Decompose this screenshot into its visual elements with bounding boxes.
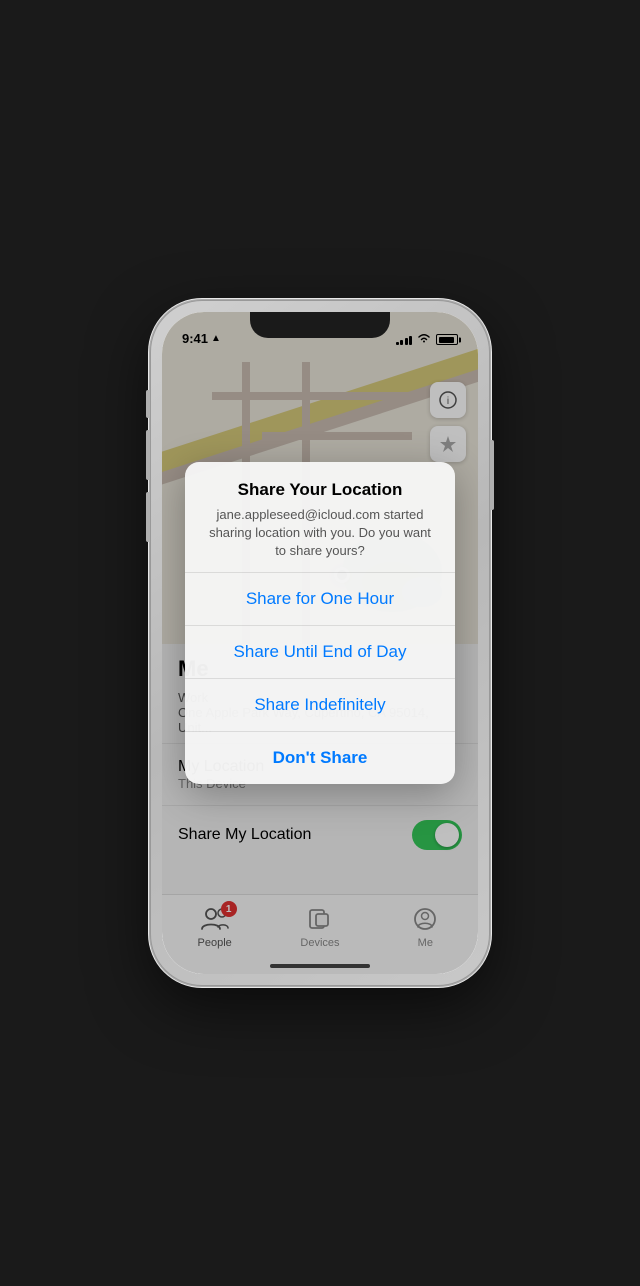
- status-icons: [396, 333, 459, 346]
- notch: [250, 312, 390, 338]
- dont-share-label: Don't Share: [273, 748, 368, 767]
- modal-header: Share Your Location jane.appleseed@iclou…: [185, 462, 455, 574]
- dont-share-button[interactable]: Don't Share: [185, 732, 455, 784]
- modal-overlay: Share Your Location jane.appleseed@iclou…: [162, 312, 478, 974]
- wifi-icon: [417, 333, 431, 346]
- share-end-of-day-label: Share Until End of Day: [234, 642, 407, 661]
- share-location-modal: Share Your Location jane.appleseed@iclou…: [185, 462, 455, 785]
- volume-down-button[interactable]: [146, 492, 150, 542]
- modal-title: Share Your Location: [205, 480, 435, 500]
- share-one-hour-label: Share for One Hour: [246, 589, 394, 608]
- share-indefinitely-button[interactable]: Share Indefinitely: [185, 679, 455, 732]
- share-one-hour-button[interactable]: Share for One Hour: [185, 573, 455, 626]
- volume-up-button[interactable]: [146, 430, 150, 480]
- battery-icon: [436, 334, 458, 345]
- status-time: 9:41 ▲: [182, 331, 221, 346]
- power-button[interactable]: [490, 440, 494, 510]
- share-end-of-day-button[interactable]: Share Until End of Day: [185, 626, 455, 679]
- share-indefinitely-label: Share Indefinitely: [254, 695, 385, 714]
- time-display: 9:41: [182, 331, 208, 346]
- phone-frame: 9:41 ▲: [150, 300, 490, 986]
- mute-button[interactable]: [146, 390, 150, 418]
- signal-bars-icon: [396, 335, 413, 345]
- phone-screen: 9:41 ▲: [162, 312, 478, 974]
- modal-message: jane.appleseed@icloud.com started sharin…: [205, 506, 435, 561]
- location-arrow-icon: ▲: [211, 333, 221, 344]
- home-indicator: [270, 964, 370, 968]
